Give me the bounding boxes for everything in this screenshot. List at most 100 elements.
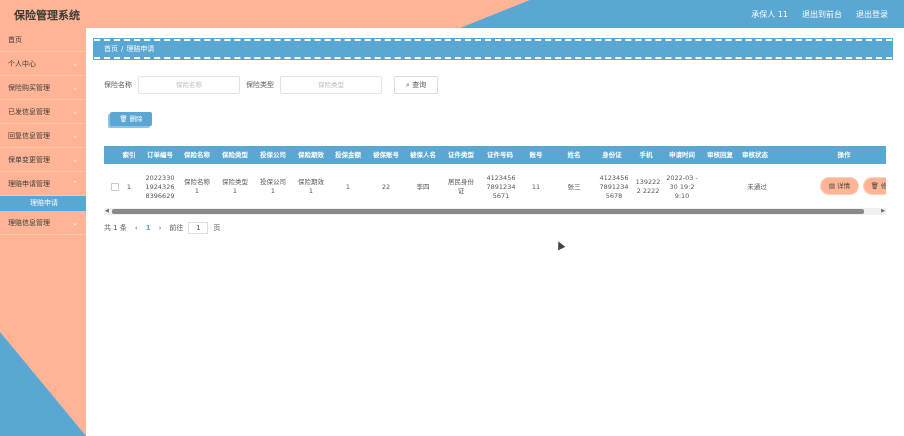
- th-order-no: 订单编号: [147, 151, 173, 159]
- scroll-right-icon[interactable]: ▶: [881, 208, 885, 214]
- sidebar-item-sent-info[interactable]: 已发信息管理 ⌄: [0, 100, 86, 124]
- cell-review-reply: [702, 166, 738, 208]
- detail-button[interactable]: ▤ 详情: [821, 178, 858, 194]
- sidebar-item-label: 理赔申请: [30, 199, 58, 207]
- th-validity: 保险期效: [298, 151, 324, 159]
- table-row: 1 2022330 1924326 8396629 保险名称 1 保险类型 1 …: [104, 166, 886, 208]
- cell-validity: 保险期效 1: [298, 178, 324, 195]
- cell-phone: 1392222 2222: [635, 178, 661, 195]
- sidebar-item-policy-change[interactable]: 保单变更管理 ⌄: [0, 148, 86, 172]
- scrollbar-thumb[interactable]: [112, 209, 864, 214]
- main-content: 首页 / 理赔申请 保险名称 保险名称 保险类型 保险类型 ⌕ 查询 🗑 删除 索引…: [93, 28, 904, 436]
- th-account: 账号: [529, 151, 543, 159]
- breadcrumb-current: 理赔申请: [126, 45, 155, 53]
- document-icon: ▤: [828, 182, 836, 190]
- sidebar-item-reply-info[interactable]: 回复信息管理 ⌄: [0, 124, 86, 148]
- th-id-card: 身份证: [602, 151, 622, 159]
- cell-insurance-name: 保险名称 1: [184, 178, 210, 195]
- delete-button[interactable]: 🗑 删除: [110, 112, 152, 126]
- pagination-goto-label: 前往: [169, 224, 184, 232]
- chevron-down-icon: ⌄: [72, 156, 78, 164]
- pagination-total: 共 1 条: [104, 224, 127, 232]
- insurance-name-label: 保险名称: [104, 81, 132, 89]
- sidebar-item-purchase[interactable]: 保险购买管理 ⌄: [0, 76, 86, 100]
- th-review-status: 审核状态: [742, 151, 768, 159]
- header-accent-slant: [460, 0, 530, 28]
- app-title: 保险管理系统: [14, 9, 80, 22]
- header-actions: 承保人 11 退出到前台 退出登录: [751, 9, 888, 20]
- sidebar-item-label: 保险购买管理: [8, 84, 50, 92]
- chevron-down-icon: ⌄: [72, 84, 78, 92]
- logout-link[interactable]: 退出登录: [856, 9, 888, 20]
- current-user: 承保人 11: [751, 10, 788, 19]
- th-insurance-type: 保险类型: [222, 151, 248, 159]
- sidebar-subitem-claim-apply[interactable]: 理赔申请: [0, 196, 86, 211]
- sidebar-item-claim-management[interactable]: 理赔申请管理 ⌃: [0, 172, 86, 196]
- sidebar-item-label: 已发信息管理: [8, 108, 50, 116]
- insurance-name-input[interactable]: 保险名称: [138, 76, 240, 94]
- cell-insured-account: 22: [381, 182, 391, 191]
- edit-button-label: 修: [880, 182, 886, 190]
- th-review-reply: 审核回复: [707, 151, 733, 159]
- chevron-up-icon: ⌃: [72, 180, 78, 188]
- sidebar-item-home[interactable]: 首页: [0, 28, 86, 52]
- sidebar-item-claim-info[interactable]: 理赔信息管理 ⌄: [0, 211, 86, 235]
- pagination-goto-input[interactable]: 1: [188, 222, 209, 234]
- th-company: 投保公司: [260, 151, 286, 159]
- sidebar-item-label: 保单变更管理: [8, 156, 50, 164]
- back-to-front-link[interactable]: 退出到前台: [802, 9, 842, 20]
- top-header: 保险管理系统 承保人 11 退出到前台 退出登录: [0, 0, 904, 28]
- table-header: 索引 订单编号 保险名称 保险类型 投保公司 保险期效 投保金额 被保账号 被保…: [104, 146, 886, 164]
- mouse-cursor-icon: [554, 239, 566, 251]
- breadcrumb-home[interactable]: 首页: [104, 45, 118, 53]
- query-button[interactable]: ⌕ 查询: [394, 76, 438, 94]
- th-insured-account: 被保账号: [373, 151, 399, 159]
- th-phone: 手机: [639, 151, 653, 159]
- th-id-number: 证件号码: [487, 151, 513, 159]
- pagination-prev[interactable]: ‹: [135, 224, 138, 232]
- sidebar-item-label: 回复信息管理: [8, 132, 50, 140]
- search-bar: 保险名称 保险名称 保险类型 保险类型 ⌕ 查询: [104, 76, 438, 94]
- trash-icon: 🗑: [870, 182, 879, 190]
- sidebar-item-personal-center[interactable]: 个人中心 ⌄: [0, 52, 86, 76]
- th-id-type: 证件类型: [448, 151, 474, 159]
- cell-name: 张三: [567, 182, 581, 191]
- cell-amount: 1: [345, 182, 351, 191]
- cell-apply-time: 2022-03 -30 19:2 9:10: [666, 173, 698, 200]
- pagination-unit: 页: [213, 224, 221, 232]
- sidebar-item-label: 首页: [8, 36, 22, 44]
- detail-button-label: 详情: [837, 182, 851, 190]
- query-button-label: 查询: [412, 81, 427, 89]
- breadcrumb: 首页 / 理赔申请: [93, 38, 893, 60]
- search-icon: ⌕: [405, 81, 410, 89]
- cell-id-type: 居民身份 证: [448, 178, 474, 195]
- chevron-down-icon: ⌄: [72, 108, 78, 116]
- pagination: 共 1 条 ‹ 1 › 前往 1 页: [104, 222, 228, 234]
- cell-index: 1: [126, 182, 132, 191]
- horizontal-scrollbar[interactable]: ◀ ▶: [104, 208, 886, 215]
- cell-insured-name: 李四: [416, 182, 430, 191]
- cell-id-card: 4123456 7891234 5678: [599, 173, 629, 200]
- sidebar-item-label: 理赔申请管理: [8, 180, 50, 188]
- pagination-current-page[interactable]: 1: [146, 224, 151, 232]
- th-insured-name: 被保人名: [410, 151, 436, 159]
- sidebar-item-label: 理赔信息管理: [8, 219, 50, 227]
- edit-button[interactable]: 🗑 修: [864, 178, 886, 194]
- th-apply-time: 申请时间: [669, 151, 695, 159]
- cell-account: 11: [531, 182, 541, 191]
- sidebar: 首页 个人中心 ⌄ 保险购买管理 ⌄ 已发信息管理 ⌄ 回复信息管理 ⌄ 保单变更管理 ⌄…: [0, 28, 86, 436]
- th-actions: 操作: [837, 151, 851, 159]
- cell-order-no: 2022330 1924326 8396629: [145, 173, 175, 200]
- sidebar-item-label: 个人中心: [8, 60, 36, 68]
- th-index: 索引: [122, 151, 136, 159]
- delete-button-label: 删除: [129, 115, 143, 123]
- chevron-down-icon: ⌄: [72, 60, 78, 68]
- insurance-type-label: 保险类型: [246, 81, 274, 89]
- insurance-type-input[interactable]: 保险类型: [280, 76, 382, 94]
- claims-table: 索引 订单编号 保险名称 保险类型 投保公司 保险期效 投保金额 被保账号 被保…: [104, 146, 886, 216]
- pagination-next[interactable]: ›: [159, 224, 162, 232]
- trash-icon: 🗑: [119, 115, 128, 123]
- th-amount: 投保金额: [335, 151, 361, 159]
- chevron-down-icon: ⌄: [72, 132, 78, 140]
- scroll-left-icon[interactable]: ◀: [105, 208, 109, 214]
